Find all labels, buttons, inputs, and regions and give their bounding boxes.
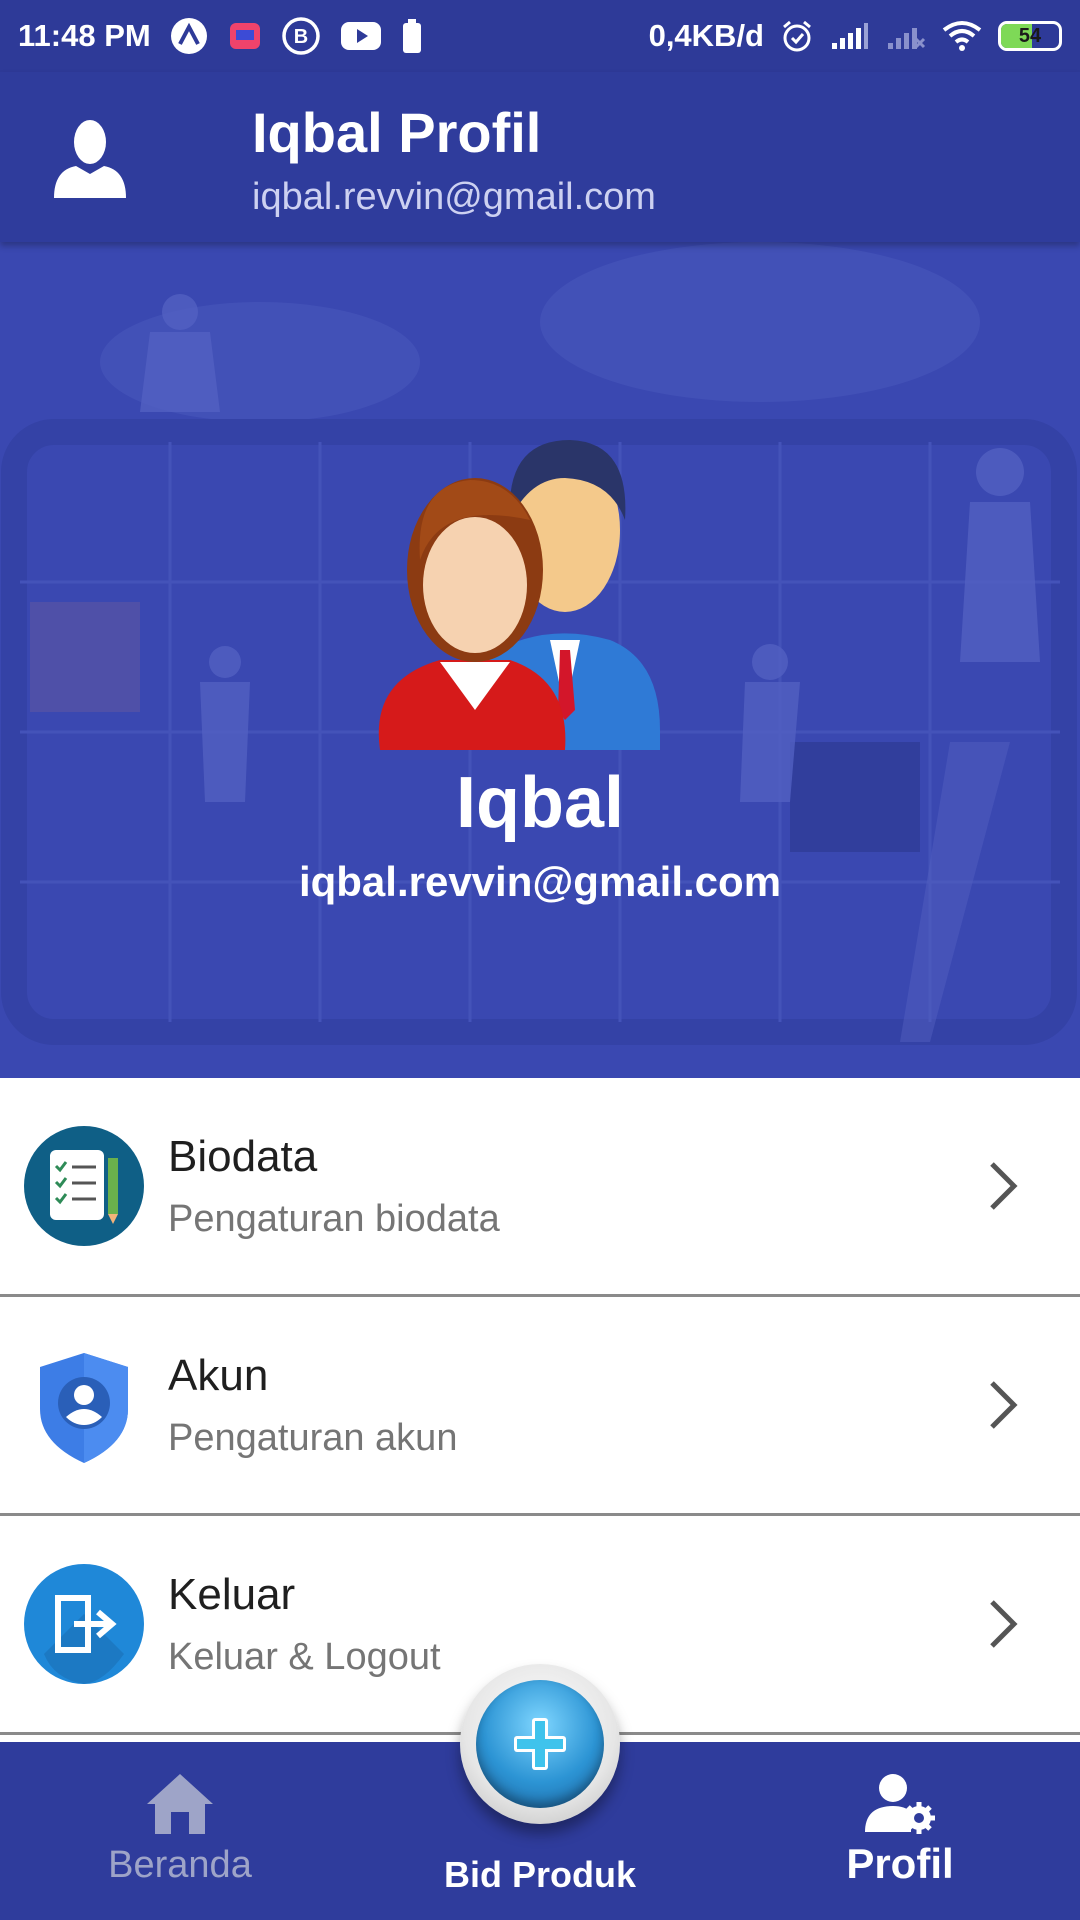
user-silhouette-icon [54,120,126,198]
page-title: Iqbal Profil [252,101,542,164]
fab-inner [476,1680,604,1808]
status-bar: 11:48 PM B 0,4KB/d 54 [0,0,1080,72]
chevron-right-icon [990,1162,1018,1210]
profile-email: iqbal.revvin@gmail.com [298,858,782,905]
lazada-icon [227,18,263,54]
status-time: 11:48 PM [18,18,151,53]
b-icon: B [281,16,321,56]
users-illustration-icon [378,440,660,750]
wifi-icon [942,20,982,52]
battery-small-icon [401,18,423,54]
nav-label: Beranda [108,1844,252,1886]
battery-icon: 54 [998,21,1062,51]
chevron-right-icon [990,1381,1018,1429]
alarm-icon [780,19,814,53]
data-rate: 0,4KB/d [648,18,764,53]
menu-item-title: Biodata [168,1132,318,1181]
page-subtitle: iqbal.revvin@gmail.com [252,176,656,218]
nav-item-beranda[interactable]: Beranda [60,1742,300,1920]
logout-icon [24,1564,144,1684]
nova-icon [169,16,209,56]
bid-produk-fab[interactable] [460,1664,620,1824]
settings-menu: Biodata Pengaturan biodata Akun Pengatur… [0,1078,1080,1735]
menu-item-title: Keluar [168,1570,296,1619]
chevron-right-icon [990,1600,1018,1648]
nav-label: Bid Produk [443,1854,636,1895]
profile-name: Iqbal [455,763,624,843]
menu-item-title: Akun [168,1351,269,1400]
user-settings-icon [865,1774,935,1834]
nav-label: Profil [846,1840,954,1887]
menu-item-akun[interactable]: Akun Pengaturan akun [0,1297,1080,1516]
signal-icon [830,21,870,51]
biodata-checklist-icon [24,1126,144,1246]
svg-text:B: B [293,26,307,48]
app-bar: Iqbal Profil iqbal.revvin@gmail.com [0,72,1080,242]
menu-item-subtitle: Pengaturan akun [168,1417,458,1459]
account-shield-icon [40,1353,128,1463]
menu-item-subtitle: Pengaturan biodata [168,1198,500,1240]
battery-level: 54 [1018,24,1042,47]
plus-icon [514,1718,566,1770]
youtube-icon [339,20,383,52]
menu-item-biodata[interactable]: Biodata Pengaturan biodata [0,1078,1080,1297]
signal-off-icon [886,21,926,51]
home-icon [147,1774,213,1834]
profile-hero: Iqbal iqbal.revvin@gmail.com [0,242,1080,1078]
nav-item-profil[interactable]: Profil [780,1742,1020,1920]
menu-item-subtitle: Keluar & Logout [168,1636,441,1678]
